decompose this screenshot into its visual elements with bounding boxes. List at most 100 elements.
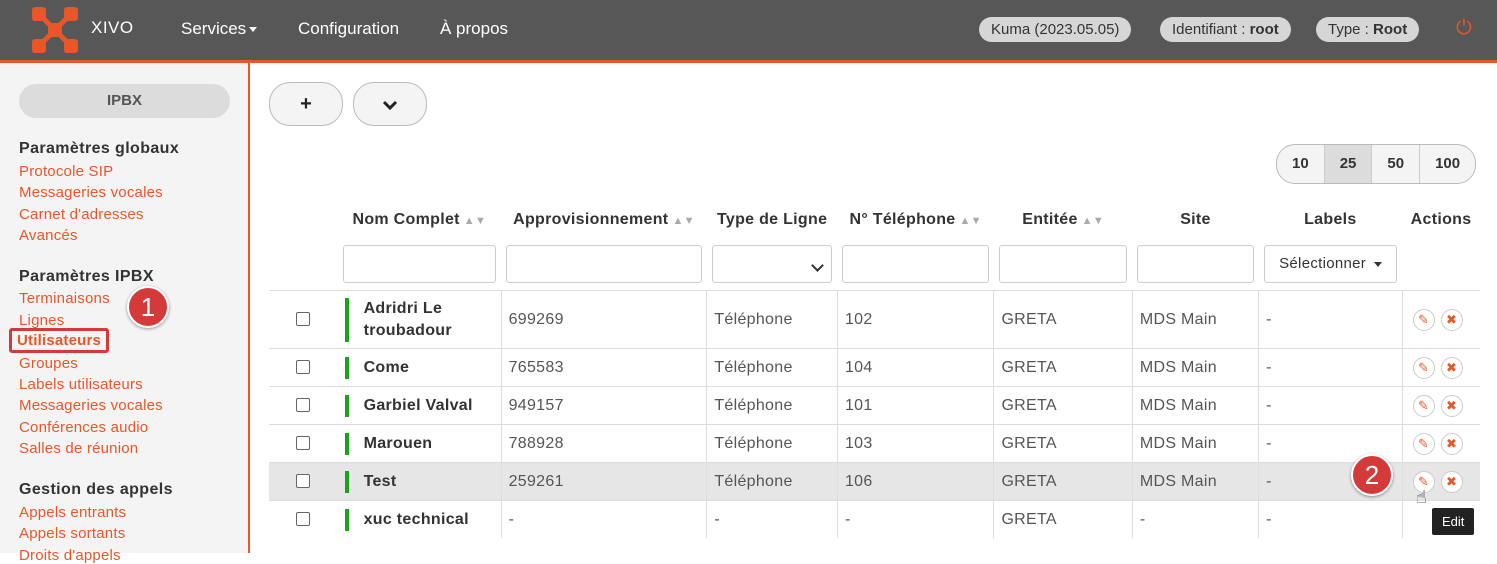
- delete-x-icon[interactable]: ✖: [1440, 356, 1463, 379]
- line-type-cell: Téléphone: [706, 424, 838, 463]
- row-checkbox[interactable]: [296, 360, 311, 375]
- table-row[interactable]: Garbiel Valval 949157 Téléphone 101 GRET…: [269, 386, 1480, 425]
- header-nom-complet-label: Nom Complet: [352, 211, 460, 228]
- edit-pencil-icon[interactable]: ✎: [1412, 308, 1435, 331]
- type-value: Root: [1373, 21, 1408, 38]
- user-name-link[interactable]: Garbiel Valval: [344, 394, 473, 417]
- row-checkbox[interactable]: [296, 512, 311, 527]
- sidebar-item-appels-sortants[interactable]: Appels sortants: [19, 525, 125, 542]
- sort-icon: ▲▼: [463, 215, 487, 227]
- header-approvisionnement[interactable]: Approvisionnement ▲▼: [501, 202, 707, 238]
- version-badge: Kuma (2023.05.05): [979, 17, 1132, 42]
- table-row[interactable]: Test 259261 Téléphone 106 GRETA MDS Main…: [269, 462, 1480, 501]
- power-icon[interactable]: ⏻: [1456, 17, 1472, 40]
- sidebar-item-terminaisons[interactable]: Terminaisons: [19, 290, 110, 307]
- site-cell: MDS Main: [1131, 424, 1259, 463]
- entity-cell: GRETA: [993, 424, 1133, 463]
- sidebar-item-labels-utilisateurs[interactable]: Labels utilisateurs: [19, 376, 143, 393]
- filter-labels-dropdown[interactable]: Sélectionner: [1263, 245, 1398, 283]
- sidebar-item-conferences-audio[interactable]: Conférences audio: [19, 419, 148, 436]
- delete-x-icon[interactable]: ✖: [1440, 470, 1463, 493]
- add-user-button[interactable]: +: [269, 82, 343, 126]
- table-row[interactable]: Marouen 788928 Téléphone 103 GRETA MDS M…: [269, 424, 1480, 463]
- sidebar-item-avances[interactable]: Avancés: [19, 227, 78, 244]
- row-checkbox[interactable]: [296, 398, 311, 413]
- user-name-link[interactable]: xuc technical: [344, 508, 469, 531]
- provisioning-cell: -: [500, 500, 707, 538]
- number-cell: 104: [836, 348, 994, 387]
- user-name-link[interactable]: Adridri Le troubadour: [344, 297, 494, 342]
- sidebar-item-messageries-vocales[interactable]: Messageries vocales: [19, 397, 163, 414]
- edit-pencil-icon[interactable]: ✎: [1412, 432, 1435, 455]
- number-cell: 101: [836, 386, 994, 425]
- row-checkbox[interactable]: [296, 312, 311, 327]
- provisioning-cell: 765583: [500, 348, 707, 387]
- filter-labels-label: Sélectionner: [1279, 255, 1367, 272]
- delete-x-icon[interactable]: ✖: [1440, 308, 1463, 331]
- sidebar-item-protocole-sip[interactable]: Protocole SIP: [19, 163, 113, 180]
- labels-cell: -: [1258, 500, 1403, 538]
- table-row[interactable]: xuc technical - - - GRETA - -: [269, 500, 1480, 538]
- type-badge: Type : Root: [1316, 17, 1420, 42]
- user-name-link[interactable]: Test: [344, 470, 397, 493]
- nav-services[interactable]: Services: [181, 19, 258, 39]
- header-nom-complet[interactable]: Nom Complet ▲▼: [338, 202, 502, 238]
- sidebar-item-lignes[interactable]: Lignes: [19, 312, 64, 329]
- filter-type-ligne-select[interactable]: [711, 245, 833, 283]
- sidebar-item-appels-entrants[interactable]: Appels entrants: [19, 504, 126, 521]
- table-row[interactable]: Adridri Le troubadour 699269 Téléphone 1…: [269, 290, 1480, 349]
- sidebar-item-utilisateurs[interactable]: Utilisateurs: [9, 328, 110, 353]
- filter-cell: [993, 238, 1133, 291]
- sidebar-item-droits-appels[interactable]: Droits d'appels: [19, 547, 121, 564]
- delete-x-icon[interactable]: ✖: [1440, 394, 1463, 417]
- header-telephone-label: N° Téléphone: [849, 211, 956, 228]
- ipbx-module-button[interactable]: IPBX: [19, 84, 230, 118]
- filter-site-input[interactable]: [1137, 245, 1254, 283]
- filter-nom-complet-input[interactable]: [342, 245, 497, 283]
- filter-approvisionnement-input[interactable]: [506, 245, 702, 283]
- entity-cell: GRETA: [993, 386, 1133, 425]
- row-select-cell: [269, 500, 338, 538]
- page-size-25[interactable]: 25: [1323, 145, 1372, 183]
- table-row[interactable]: Come 765583 Téléphone 104 GRETA MDS Main…: [269, 348, 1480, 387]
- site-cell: -: [1131, 500, 1259, 538]
- brand-name[interactable]: XIVO: [91, 18, 134, 38]
- nav-a-propos[interactable]: À propos: [440, 19, 508, 39]
- actions-cell: ✎ ✖: [1401, 424, 1480, 463]
- bulk-actions-dropdown-button[interactable]: [353, 82, 427, 126]
- edit-pencil-icon[interactable]: ✎: [1412, 356, 1435, 379]
- page-size-50[interactable]: 50: [1371, 145, 1419, 183]
- page-size-100[interactable]: 100: [1419, 145, 1475, 183]
- user-name-link[interactable]: Marouen: [344, 432, 433, 455]
- row-select-cell: [269, 424, 338, 463]
- xivo-logo-icon[interactable]: [30, 5, 80, 55]
- row-checkbox[interactable]: [296, 474, 311, 489]
- page-size-selector: 10 25 50 100: [1276, 144, 1477, 184]
- identifiant-label: Identifiant :: [1172, 21, 1250, 38]
- filter-entitee-input[interactable]: [998, 245, 1128, 283]
- annotation-badge-1: 1: [127, 286, 169, 328]
- header-telephone[interactable]: N° Téléphone ▲▼: [837, 202, 994, 238]
- delete-x-icon[interactable]: ✖: [1440, 432, 1463, 455]
- actions-cell: ✎ ✖: [1401, 290, 1480, 349]
- header-entitee[interactable]: Entitée ▲▼: [994, 202, 1132, 238]
- caret-down-icon: [1373, 261, 1382, 267]
- page-size-10[interactable]: 10: [1277, 145, 1324, 183]
- filter-telephone-input[interactable]: [842, 245, 989, 283]
- edit-pencil-icon[interactable]: ✎: [1412, 394, 1435, 417]
- caret-down-icon: [249, 27, 258, 33]
- number-cell: 102: [836, 290, 994, 349]
- sidebar-item-groupes[interactable]: Groupes: [19, 355, 78, 372]
- header-approvisionnement-label: Approvisionnement: [513, 211, 669, 228]
- nav-configuration[interactable]: Configuration: [298, 19, 399, 39]
- sidebar-item-carnet-adresses[interactable]: Carnet d'adresses: [19, 206, 144, 223]
- sidebar-item-messageries-vocales-globales[interactable]: Messageries vocales: [19, 184, 163, 201]
- provisioning-cell: 788928: [500, 424, 707, 463]
- annotation-badge-2: 2: [1351, 454, 1393, 496]
- row-select-cell: [269, 290, 338, 349]
- sidebar-item-salles-reunion[interactable]: Salles de réunion: [19, 440, 138, 457]
- user-name-link[interactable]: Come: [344, 356, 410, 379]
- nav-services-label: Services: [181, 19, 247, 38]
- provisioning-cell: 699269: [500, 290, 707, 349]
- row-checkbox[interactable]: [296, 436, 311, 451]
